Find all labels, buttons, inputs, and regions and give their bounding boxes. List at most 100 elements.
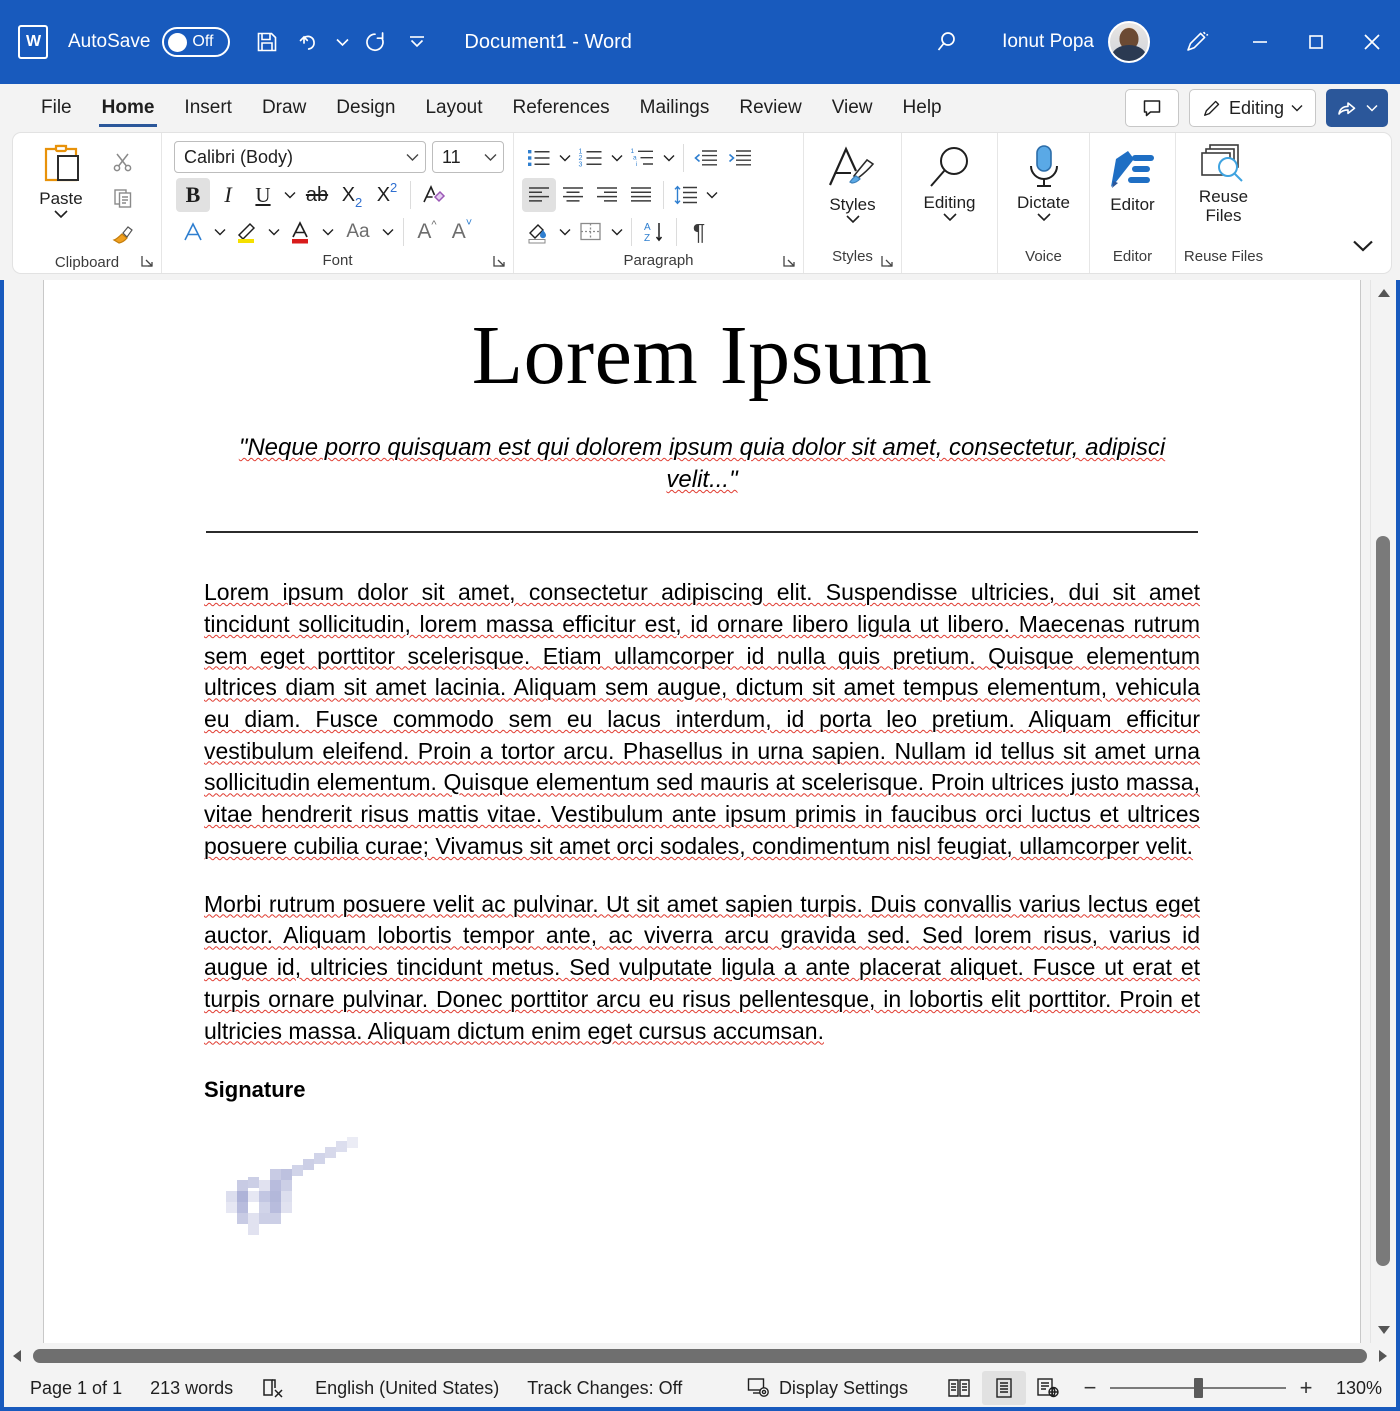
undo-dropdown-chevron-down-icon[interactable] — [330, 21, 354, 63]
bullets-chevron-down-icon[interactable] — [556, 141, 574, 175]
tab-help[interactable]: Help — [888, 84, 957, 132]
tab-mailings[interactable]: Mailings — [625, 84, 725, 132]
dictate-button[interactable]: Dictate — [1006, 141, 1081, 245]
cut-button[interactable] — [106, 145, 140, 179]
word-count[interactable]: 213 words — [136, 1378, 247, 1399]
tab-review[interactable]: Review — [724, 84, 816, 132]
editor-button[interactable]: Editor — [1098, 141, 1167, 245]
bold-button[interactable]: B — [176, 178, 210, 212]
format-painter-button[interactable] — [106, 217, 140, 251]
superscript-button[interactable]: X2 — [370, 178, 404, 212]
subscript-button[interactable]: X2 — [335, 178, 369, 212]
font-color-button[interactable] — [284, 215, 318, 249]
ribbon-collapse-icon[interactable] — [1350, 232, 1376, 258]
quick-access-more-icon[interactable] — [396, 21, 438, 63]
show-formatting-marks-button[interactable]: ¶ — [682, 215, 716, 249]
shrink-font-button[interactable]: A ˅ — [445, 215, 479, 249]
tab-references[interactable]: References — [498, 84, 625, 132]
numbering-button[interactable]: 1 2 3 — [574, 141, 608, 175]
text-highlight-button[interactable] — [230, 215, 264, 249]
pen-annotate-icon[interactable] — [1176, 21, 1218, 63]
reuse-files-button[interactable]: Reuse Files — [1184, 141, 1263, 245]
close-icon[interactable] — [1344, 0, 1400, 84]
tab-design[interactable]: Design — [321, 84, 410, 132]
line-spacing-chevron-down-icon[interactable] — [703, 178, 721, 212]
redo-icon[interactable] — [354, 21, 396, 63]
clear-formatting-button[interactable] — [417, 178, 451, 212]
font-name-chevron-down-icon[interactable] — [406, 153, 419, 162]
clipboard-dialog-launcher-icon[interactable] — [139, 253, 155, 269]
vertical-scroll-track[interactable] — [1371, 306, 1397, 1317]
tab-view[interactable]: View — [817, 84, 888, 132]
shading-chevron-down-icon[interactable] — [556, 215, 574, 249]
line-spacing-button[interactable] — [669, 178, 703, 212]
align-left-button[interactable] — [522, 178, 556, 212]
sort-button[interactable]: A Z — [637, 215, 671, 249]
share-button[interactable] — [1326, 89, 1388, 127]
font-size-input[interactable]: 11 — [432, 141, 504, 173]
language-status[interactable]: English (United States) — [301, 1378, 513, 1399]
comments-button[interactable] — [1124, 89, 1179, 127]
strikethrough-button[interactable]: ab — [300, 178, 334, 212]
change-case-button[interactable]: Aa — [338, 215, 378, 249]
shading-button[interactable] — [522, 215, 556, 249]
save-icon[interactable] — [246, 21, 288, 63]
paste-chevron-down-icon[interactable] — [53, 209, 69, 219]
underline-chevron-down-icon[interactable] — [281, 178, 299, 212]
scroll-up-arrow-icon[interactable] — [1371, 280, 1397, 306]
multilevel-chevron-down-icon[interactable] — [660, 141, 678, 175]
change-case-chevron-down-icon[interactable] — [379, 215, 397, 249]
document-page[interactable]: Lorem Ipsum "Neque porro quisquam est qu… — [43, 280, 1361, 1343]
vertical-scrollbar[interactable] — [1370, 280, 1396, 1343]
user-name[interactable]: Ionut Popa — [1002, 31, 1094, 53]
display-settings-button[interactable]: Display Settings — [733, 1377, 922, 1399]
italic-button[interactable]: I — [211, 178, 245, 212]
horizontal-scrollbar[interactable] — [0, 1343, 1400, 1369]
search-icon[interactable] — [926, 21, 968, 63]
styles-dialog-launcher-icon[interactable] — [879, 253, 895, 269]
tab-home[interactable]: Home — [87, 84, 170, 132]
track-changes-status[interactable]: Track Changes: Off — [513, 1378, 696, 1399]
zoom-out-button[interactable]: − — [1080, 1375, 1100, 1401]
tab-insert[interactable]: Insert — [169, 84, 247, 132]
styles-chevron-down-icon[interactable] — [845, 214, 861, 224]
page-info[interactable]: Page 1 of 1 — [16, 1378, 136, 1399]
highlight-chevron-down-icon[interactable] — [265, 215, 283, 249]
grow-font-button[interactable]: A ^ — [410, 215, 444, 249]
underline-button[interactable]: U — [246, 178, 280, 212]
font-size-chevron-down-icon[interactable] — [484, 153, 497, 162]
editing-mode-button[interactable]: Editing — [1188, 89, 1316, 127]
editing-button[interactable]: Editing — [910, 141, 989, 245]
avatar[interactable] — [1108, 21, 1150, 63]
text-effects-chevron-down-icon[interactable] — [211, 215, 229, 249]
paste-button[interactable]: Paste — [23, 141, 99, 251]
align-center-button[interactable] — [556, 178, 590, 212]
zoom-slider-thumb[interactable] — [1194, 1378, 1203, 1398]
minimize-icon[interactable] — [1232, 0, 1288, 84]
zoom-slider[interactable] — [1110, 1378, 1286, 1398]
tab-file[interactable]: File — [26, 84, 87, 132]
read-mode-button[interactable] — [938, 1371, 982, 1405]
undo-icon[interactable] — [288, 21, 330, 63]
zoom-in-button[interactable]: + — [1296, 1375, 1316, 1401]
numbering-chevron-down-icon[interactable] — [608, 141, 626, 175]
borders-button[interactable] — [574, 215, 608, 249]
increase-indent-button[interactable] — [723, 141, 757, 175]
font-dialog-launcher-icon[interactable] — [491, 253, 507, 269]
editing-group-chevron-down-icon[interactable] — [942, 212, 958, 222]
scroll-left-arrow-icon[interactable] — [7, 1349, 27, 1363]
paragraph-dialog-launcher-icon[interactable] — [781, 253, 797, 269]
proofing-errors-icon[interactable] — [247, 1376, 301, 1400]
zoom-level[interactable]: 130% — [1326, 1378, 1382, 1399]
autosave-toggle[interactable]: Off — [162, 27, 231, 57]
scroll-right-arrow-icon[interactable] — [1373, 1349, 1393, 1363]
decrease-indent-button[interactable] — [689, 141, 723, 175]
vertical-scroll-thumb[interactable] — [1375, 536, 1390, 1266]
multilevel-list-button[interactable]: 1 a i — [626, 141, 660, 175]
horizontal-scroll-thumb[interactable] — [33, 1349, 1367, 1363]
print-layout-button[interactable] — [982, 1371, 1026, 1405]
dictate-chevron-down-icon[interactable] — [1036, 212, 1052, 222]
tab-layout[interactable]: Layout — [410, 84, 497, 132]
scroll-down-arrow-icon[interactable] — [1371, 1317, 1397, 1343]
font-color-chevron-down-icon[interactable] — [319, 215, 337, 249]
